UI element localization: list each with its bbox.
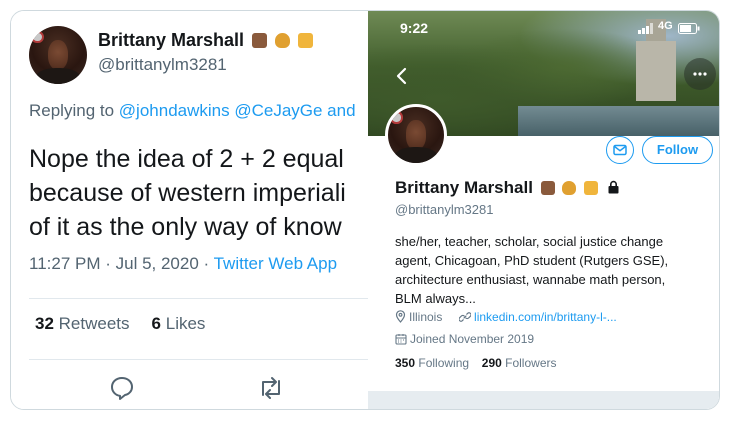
tweet-text-line: because of western imperiali bbox=[29, 179, 346, 207]
retweets-label: Retweets bbox=[58, 314, 130, 333]
avatar-shirt bbox=[393, 147, 439, 163]
tweet-text-line: of it as the only way of know bbox=[29, 213, 342, 241]
avatar-patch bbox=[390, 111, 403, 124]
profile-panel: 9:22 4G Follow Brittany Marshall @britta… bbox=[368, 11, 719, 409]
profile-location: Illinois bbox=[409, 310, 443, 324]
profile-name-row: Brittany Marshall bbox=[395, 178, 620, 198]
message-button[interactable] bbox=[606, 136, 634, 164]
followers-label: Followers bbox=[505, 356, 557, 370]
following-label: Following bbox=[418, 356, 470, 370]
signal-icon bbox=[638, 23, 653, 34]
profile-bio: she/her, teacher, scholar, social justic… bbox=[395, 232, 715, 308]
teacher-emoji-icon bbox=[252, 33, 268, 48]
teacher-emoji-icon bbox=[540, 181, 555, 195]
calendar-icon bbox=[395, 334, 407, 345]
follow-stats: 350 Following 290 Followers bbox=[395, 356, 557, 370]
likes-stat[interactable]: 6 Likes bbox=[152, 314, 206, 333]
followers-stat[interactable]: 290 Followers bbox=[482, 356, 557, 370]
profile-avatar[interactable] bbox=[385, 104, 447, 166]
lock-icon bbox=[608, 180, 619, 194]
author-avatar[interactable] bbox=[29, 26, 87, 84]
more-icon bbox=[693, 72, 707, 76]
profile-meta-row: Illinois linkedin.com/in/brittany-l-... bbox=[395, 310, 617, 324]
replying-to: Replying to @johndawkins @CeJayGe and bbox=[29, 101, 356, 121]
banner-building bbox=[636, 41, 676, 101]
banner-water bbox=[518, 106, 719, 136]
more-button[interactable] bbox=[684, 58, 716, 90]
author-name-row[interactable]: Brittany Marshall bbox=[98, 30, 314, 51]
battery-icon bbox=[678, 23, 700, 34]
avatar-face bbox=[47, 39, 69, 71]
following-count: 350 bbox=[395, 356, 416, 370]
phone-status-bar: 9:22 4G bbox=[368, 19, 719, 39]
message-icon bbox=[613, 144, 627, 156]
bio-line: agent, Chicagoan, PhD student (Rutgers G… bbox=[395, 253, 669, 268]
status-time: 9:22 bbox=[400, 20, 429, 36]
profile-joined: Joined November 2019 bbox=[410, 332, 535, 346]
tweet-source[interactable]: Twitter Web App bbox=[214, 254, 337, 273]
location-icon bbox=[395, 310, 406, 323]
back-icon bbox=[396, 67, 407, 85]
back-button[interactable] bbox=[392, 64, 412, 88]
follow-button[interactable]: Follow bbox=[642, 136, 713, 164]
retweets-stat[interactable]: 32 Retweets bbox=[35, 314, 130, 333]
bio-line: architecture enthusiast, wannabe math pe… bbox=[395, 272, 666, 287]
avatar-shirt bbox=[34, 67, 82, 84]
retweets-count: 32 bbox=[35, 314, 54, 333]
following-stat[interactable]: 350 Following bbox=[395, 356, 469, 370]
profile-footer-strip bbox=[368, 391, 719, 409]
avatar-patch bbox=[31, 30, 45, 44]
profile-name: Brittany Marshall bbox=[395, 178, 533, 197]
reply-button[interactable] bbox=[107, 373, 137, 403]
author-name[interactable]: Brittany Marshall bbox=[98, 30, 244, 50]
profile-joined-row: Joined November 2019 bbox=[395, 332, 534, 346]
taco-emoji-icon bbox=[275, 33, 291, 48]
profile-handle: @brittanylm3281 bbox=[395, 202, 494, 217]
network-type: 4G bbox=[658, 20, 673, 32]
retweet-icon bbox=[262, 377, 280, 399]
author-handle[interactable]: @brittanylm3281 bbox=[98, 55, 227, 75]
tweet-panel: Brittany Marshall @brittanylm3281 Replyi… bbox=[11, 11, 368, 409]
tweet-time[interactable]: 11:27 PM · Jul 5, 2020 · bbox=[29, 254, 209, 273]
bio-line: BLM always... bbox=[395, 291, 476, 306]
replying-prefix: Replying to bbox=[29, 101, 115, 120]
avatar-face bbox=[405, 120, 427, 150]
profile-website[interactable]: linkedin.com/in/brittany-l-... bbox=[474, 310, 617, 324]
tweet-text-line: Nope the idea of 2 + 2 equal bbox=[29, 145, 344, 173]
likes-count: 6 bbox=[151, 314, 161, 333]
likes-label: Likes bbox=[165, 314, 206, 333]
replying-mentions[interactable]: @johndawkins @CeJayGe and bbox=[119, 101, 356, 120]
bio-line: she/her, teacher, scholar, social justic… bbox=[395, 234, 664, 249]
retweet-button[interactable] bbox=[254, 373, 288, 403]
tweet-stats: 32 Retweets 6 Likes bbox=[35, 314, 205, 334]
beer-emoji-icon bbox=[584, 181, 599, 195]
beer-emoji-icon bbox=[298, 33, 314, 48]
link-icon bbox=[459, 312, 472, 322]
divider bbox=[29, 359, 368, 360]
tweet-metadata: 11:27 PM · Jul 5, 2020 · Twitter Web App bbox=[29, 254, 337, 274]
taco-emoji-icon bbox=[562, 181, 577, 195]
followers-count: 290 bbox=[481, 356, 502, 370]
tweet-text: Nope the idea of 2 + 2 equal because of … bbox=[29, 142, 368, 244]
divider bbox=[29, 298, 368, 299]
reply-icon bbox=[111, 377, 133, 400]
screenshot-frame: Brittany Marshall @brittanylm3281 Replyi… bbox=[10, 10, 720, 410]
